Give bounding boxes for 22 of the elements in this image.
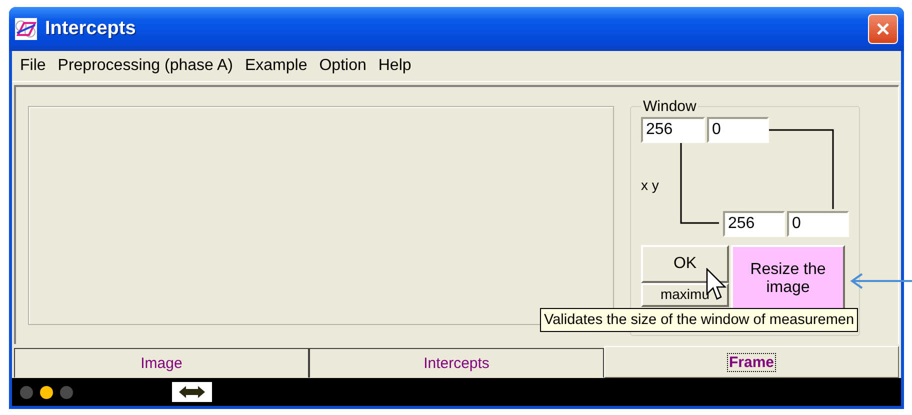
menu-item[interactable]: Help — [372, 57, 418, 75]
coordinate-field[interactable]: 256 — [641, 117, 705, 143]
menu-item[interactable]: Example — [238, 57, 314, 75]
close-icon — [875, 21, 891, 37]
tab[interactable]: Intercepts — [309, 348, 604, 378]
maximum-button[interactable]: maximu — [641, 283, 729, 307]
app-logo-icon — [15, 18, 37, 40]
axis-label: x y — [641, 177, 659, 193]
group-title: Window — [642, 98, 698, 115]
tab[interactable]: Image — [14, 348, 309, 378]
coordinate-field[interactable]: 256 — [723, 211, 785, 237]
window-title: Intercepts — [45, 18, 137, 40]
menu-item[interactable]: Option — [313, 57, 372, 75]
tooltip: Validates the size of the window of measuremen — [540, 308, 858, 332]
pointer-arrow-icon — [850, 273, 912, 289]
tab[interactable]: Frame — [604, 346, 899, 378]
ok-button[interactable]: OK — [641, 245, 729, 283]
close-button[interactable] — [868, 14, 898, 44]
menu-item[interactable]: Preprocessing (phase A) — [52, 57, 239, 75]
coordinate-field[interactable]: 0 — [787, 211, 849, 237]
coordinate-field[interactable]: 0 — [707, 117, 769, 143]
menu-item[interactable]: File — [14, 57, 52, 75]
